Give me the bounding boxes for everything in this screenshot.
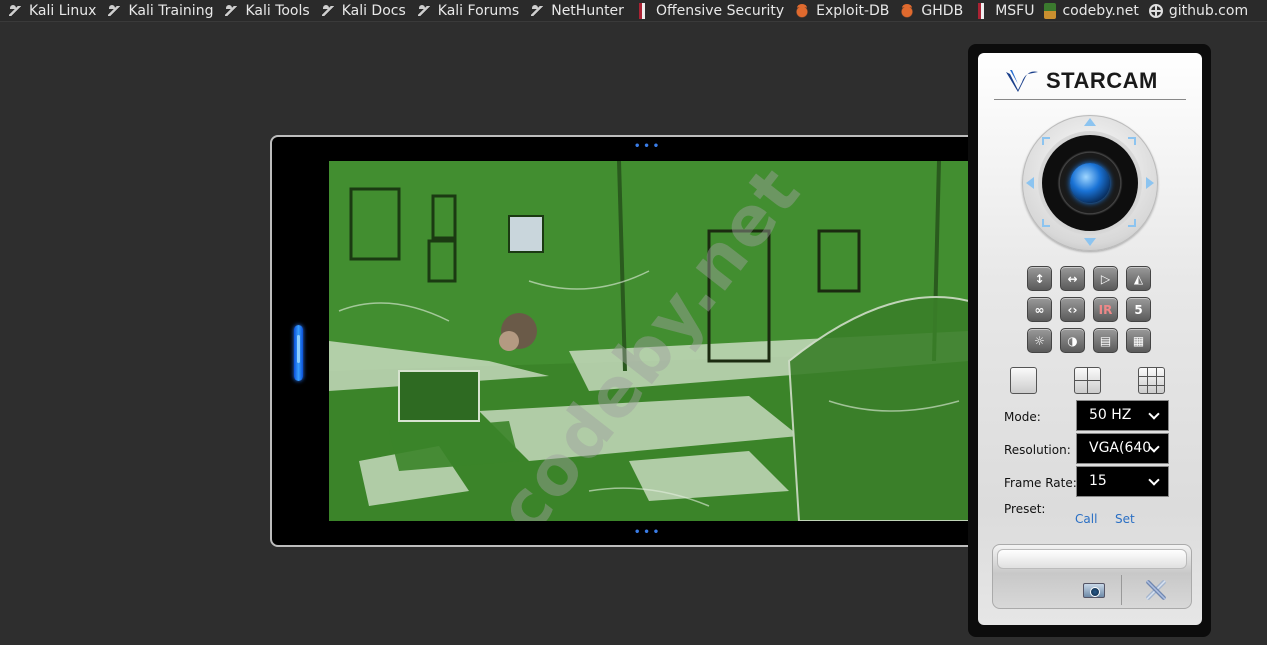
framerate-label: Frame Rate: (1004, 476, 1077, 490)
patrol-vertical-button[interactable]: ‹› (1060, 297, 1085, 322)
framerate-select[interactable]: 15 (1076, 466, 1169, 497)
globe-icon (1148, 3, 1163, 18)
kali-dragon-icon (106, 3, 122, 19)
mirror-button[interactable]: ◭ (1126, 266, 1151, 291)
preset-number-icon: 5 (1134, 302, 1143, 317)
preset-call-link[interactable]: Call (1075, 512, 1097, 526)
bookmark-kali-linux[interactable]: Kali Linux (4, 1, 103, 21)
volume-slider[interactable] (294, 325, 303, 381)
image-settings-icon: ▤ (1099, 333, 1112, 348)
ir-button[interactable]: IR (1093, 297, 1118, 322)
kali-dragon-icon (7, 3, 23, 19)
flip-horizontal-icon: ↔ (1067, 271, 1078, 286)
bookmark-kali-forums[interactable]: Kali Forums (413, 1, 526, 21)
bookmark-offensive-security[interactable]: Offensive Security (631, 1, 791, 21)
play-button[interactable]: ▷ (1093, 266, 1118, 291)
flip-horizontal-button[interactable]: ↔ (1060, 266, 1085, 291)
brightness-button[interactable]: ☼ (1027, 328, 1052, 353)
bottom-toolbar-bar (997, 549, 1187, 569)
logo-text: STARCAM (1046, 68, 1158, 93)
camera-lens-icon[interactable] (1042, 135, 1138, 231)
image-settings-button[interactable]: ▤ (1093, 328, 1118, 353)
contrast-button[interactable]: ◑ (1060, 328, 1085, 353)
bottom-toolbar (992, 544, 1192, 609)
bookmark-nethunter[interactable]: NetHunter (526, 1, 631, 21)
codeby-icon (1044, 2, 1057, 19)
contrast-icon: ◑ (1067, 333, 1078, 348)
preset-set-link[interactable]: Set (1115, 512, 1135, 526)
bookmark-kali-training[interactable]: Kali Training (103, 1, 220, 21)
starcam-logo: STARCAM (1004, 65, 1158, 97)
kali-dragon-icon (320, 3, 336, 19)
pan-down-left-arrow-icon[interactable] (1042, 219, 1050, 227)
toolbar-divider (1121, 575, 1122, 605)
bookmark-kali-docs[interactable]: Kali Docs (317, 1, 413, 21)
nine-view-icon[interactable] (1138, 367, 1165, 394)
bookmark-codeby[interactable]: codeby.net (1041, 1, 1145, 21)
camera-video-feed[interactable]: codeby.net (329, 161, 969, 521)
color-settings-icon: ▦ (1132, 333, 1145, 348)
single-view-icon[interactable] (1010, 367, 1037, 394)
color-settings-button[interactable]: ▦ (1126, 328, 1151, 353)
preset-label: Preset: (1004, 502, 1046, 516)
flip-vertical-button[interactable]: ↕ (1027, 266, 1052, 291)
mode-select[interactable]: 50 HZ (1076, 400, 1169, 431)
pan-left-arrow-icon[interactable] (1026, 177, 1034, 189)
pan-up-arrow-icon[interactable] (1084, 118, 1096, 126)
pan-down-arrow-icon[interactable] (1084, 238, 1096, 246)
pan-up-left-arrow-icon[interactable] (1042, 137, 1050, 145)
video-frame: ••• ••• codeby.net (270, 135, 986, 547)
flip-vertical-icon: ↕ (1034, 271, 1045, 286)
snapshot-camera-icon[interactable] (1083, 583, 1105, 598)
exploitdb-icon (794, 2, 811, 19)
resolution-select[interactable]: VGA(640 (1076, 433, 1169, 464)
bookmark-github[interactable]: github.com (1146, 1, 1255, 21)
preset-number-button[interactable]: 5 (1126, 297, 1151, 322)
bookmark-exploit-db[interactable]: Exploit-DB (791, 1, 896, 21)
pan-down-right-arrow-icon[interactable] (1128, 219, 1136, 227)
frame-dots-bottom: ••• (634, 527, 663, 538)
patrol-v-icon: ‹› (1067, 302, 1078, 317)
starcam-logo-icon (1006, 70, 1038, 92)
mirror-icon: ◭ (1133, 271, 1144, 286)
offsec-icon (973, 2, 990, 19)
lens-glass (1070, 163, 1110, 203)
ir-icon: IR (1098, 302, 1113, 317)
patrol-h-icon: ∞ (1034, 302, 1045, 317)
control-panel: STARCAM ↕ ↔ ▷ ◭ ∞ ‹› IR 5 ☼ ◑ ▤ ▦ Mode: … (968, 44, 1211, 637)
function-buttons: ↕ ↔ ▷ ◭ ∞ ‹› IR 5 ☼ ◑ ▤ ▦ (1027, 266, 1152, 353)
frame-dots-top: ••• (634, 141, 663, 152)
ptz-control[interactable] (1022, 115, 1158, 251)
settings-tools-icon[interactable] (1143, 577, 1169, 603)
kali-dragon-icon (416, 3, 432, 19)
brightness-icon: ☼ (1034, 333, 1045, 348)
pan-up-right-arrow-icon[interactable] (1128, 137, 1136, 145)
exploitdb-icon (899, 2, 916, 19)
bookmark-msfu[interactable]: MSFU (970, 1, 1041, 21)
quad-view-icon[interactable] (1074, 367, 1101, 394)
bookmarks-bar: Kali Linux Kali Training Kali Tools Kali… (0, 0, 1267, 22)
mode-label: Mode: (1004, 410, 1041, 424)
logo-divider (994, 99, 1186, 100)
kali-dragon-icon (529, 3, 545, 19)
pan-right-arrow-icon[interactable] (1146, 177, 1154, 189)
control-panel-body: STARCAM ↕ ↔ ▷ ◭ ∞ ‹› IR 5 ☼ ◑ ▤ ▦ Mode: … (978, 53, 1202, 625)
bookmark-kali-tools[interactable]: Kali Tools (220, 1, 316, 21)
play-icon: ▷ (1100, 271, 1111, 286)
patrol-horizontal-button[interactable]: ∞ (1027, 297, 1052, 322)
kali-dragon-icon (223, 3, 239, 19)
resolution-label: Resolution: (1004, 443, 1071, 457)
bookmark-ghdb[interactable]: GHDB (896, 1, 970, 21)
offsec-icon (633, 2, 650, 19)
view-layouts (1010, 367, 1170, 395)
